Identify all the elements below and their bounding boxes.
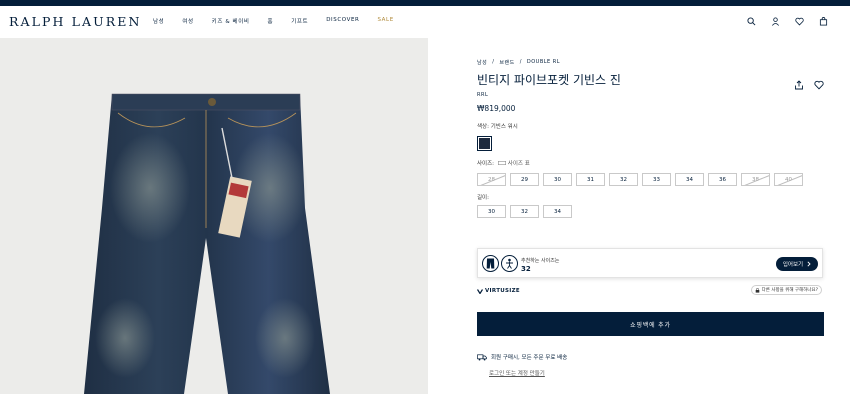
length-button[interactable]: 30 <box>477 205 506 218</box>
color-swatch[interactable] <box>477 136 492 151</box>
length-button[interactable]: 32 <box>510 205 539 218</box>
shipping-text: 회원 구매시, 모든 주문 무료 배송 <box>491 355 568 361</box>
size-button[interactable]: 40 <box>774 173 803 186</box>
size-guide-label: 사이즈 표 <box>507 161 530 167</box>
try-on-button[interactable]: 입어보기 <box>776 257 818 271</box>
breadcrumb-double-rl[interactable]: DOUBLE RL <box>527 59 560 66</box>
length-options: 30 32 34 <box>477 205 824 218</box>
shipping-info: 회원 구매시, 모든 주문 무료 배송 <box>477 353 567 361</box>
wishlist-heart-icon[interactable] <box>814 75 824 94</box>
privacy-notice[interactable]: 다른 사항을 위해 구해하나요? <box>750 285 822 295</box>
wishlist-icon[interactable] <box>794 16 804 26</box>
size-button[interactable]: 34 <box>675 173 704 186</box>
main-nav: 남성 여성 키즈 & 베이비 홈 기프트 DISCOVER SALE <box>153 17 412 25</box>
virtusize-mark-icon <box>477 288 483 294</box>
breadcrumb-separator: / <box>519 59 522 65</box>
breadcrumb-men[interactable]: 남성 <box>477 59 487 66</box>
search-icon[interactable] <box>746 16 756 26</box>
fit-icon <box>501 255 518 272</box>
virtusize-widget: 추천하는 사이즈는 32 입어보기 <box>477 248 823 278</box>
size-button[interactable]: 30 <box>543 173 572 186</box>
product-brand: RRL <box>477 92 489 98</box>
pants-icon <box>482 255 499 272</box>
chevron-right-icon <box>807 261 811 267</box>
ruler-icon <box>498 161 506 165</box>
bag-icon[interactable] <box>818 16 828 26</box>
recommend-text: 추천하는 사이즈는 <box>521 258 560 264</box>
product-actions <box>794 75 824 94</box>
size-options: 28 29 30 31 32 33 34 36 38 40 <box>477 173 824 186</box>
color-label: 색상: 기빈스 워시 <box>477 124 518 130</box>
jeans-illustration <box>84 93 330 394</box>
add-to-bag-button[interactable]: 쇼핑백에 추가 <box>477 312 824 336</box>
nav-item-sale[interactable]: SALE <box>377 17 393 25</box>
size-button[interactable]: 38 <box>741 173 770 186</box>
size-button[interactable]: 29 <box>510 173 539 186</box>
breadcrumb: 남성 / 브랜드 / DOUBLE RL <box>477 59 824 66</box>
product-details: 남성 / 브랜드 / DOUBLE RL 빈티지 파이브포켓 기빈스 진 RRL… <box>477 59 824 218</box>
recommend-size: 32 <box>521 265 531 273</box>
truck-icon <box>477 353 487 360</box>
header-icons <box>746 16 828 26</box>
length-button[interactable]: 34 <box>543 205 572 218</box>
size-guide-link[interactable]: 사이즈 표 <box>498 159 530 167</box>
virtusize-logo[interactable]: VIRTUSIZE <box>477 288 520 294</box>
size-button[interactable]: 33 <box>642 173 671 186</box>
breadcrumb-brands[interactable]: 브랜드 <box>499 59 514 66</box>
breadcrumb-separator: / <box>492 59 495 65</box>
signin-link[interactable]: 로그인 또는 계정 만들기 <box>489 369 545 377</box>
try-on-label: 입어보기 <box>782 262 804 268</box>
size-button[interactable]: 36 <box>708 173 737 186</box>
product-price: ₩819,000 <box>477 104 516 113</box>
size-button[interactable]: 28 <box>477 173 506 186</box>
nav-item-gifts[interactable]: 기프트 <box>291 17 308 25</box>
lock-icon <box>755 287 759 293</box>
product-title: 빈티지 파이브포켓 기빈스 진 <box>477 73 621 87</box>
size-label: 사이즈: <box>477 161 495 167</box>
product-image[interactable] <box>0 38 428 394</box>
brand-logo[interactable]: RALPH LAUREN <box>9 14 142 29</box>
privacy-text: 다른 사항을 위해 구해하나요? <box>761 288 818 293</box>
virtusize-icons <box>482 255 518 272</box>
length-label: 길이: <box>477 195 489 201</box>
color-swatch-fill <box>479 138 490 149</box>
nav-item-home[interactable]: 홈 <box>268 17 274 25</box>
size-button[interactable]: 32 <box>609 173 638 186</box>
nav-item-women[interactable]: 여성 <box>182 17 193 25</box>
nav-item-discover[interactable]: DISCOVER <box>326 17 359 25</box>
account-icon[interactable] <box>770 16 780 26</box>
share-icon[interactable] <box>794 75 804 94</box>
size-label-row: 사이즈: 사이즈 표 <box>477 159 824 167</box>
site-header: RALPH LAUREN 남성 여성 키즈 & 베이비 홈 기프트 DISCOV… <box>0 6 850 38</box>
size-button[interactable]: 31 <box>576 173 605 186</box>
nav-item-men[interactable]: 남성 <box>153 17 164 25</box>
virtusize-logo-text: VIRTUSIZE <box>485 288 520 294</box>
nav-item-kids[interactable]: 키즈 & 베이비 <box>212 17 250 25</box>
